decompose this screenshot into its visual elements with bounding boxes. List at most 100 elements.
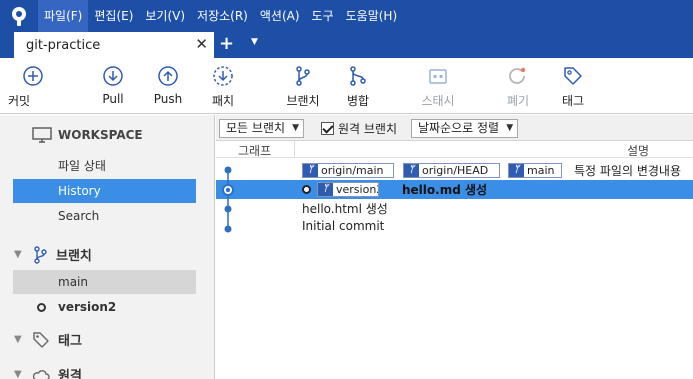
branches-header-label: 브랜치 [56, 249, 92, 264]
commit-graph [222, 166, 234, 233]
commit-message: Initial commit [302, 219, 385, 233]
workspace-title: WORKSPACE [58, 128, 143, 142]
toolbar: 커밋 Pull Push 패치 브랜치 병합 스태시 폐기 태그 [0, 58, 693, 114]
commit-node [224, 205, 232, 213]
workspace-header: WORKSPACE [32, 127, 143, 143]
commit-row[interactable]: hello.html 생성 [216, 199, 693, 218]
menu-edit[interactable]: 편집(E) [88, 0, 139, 32]
menu-view[interactable]: 보기(V) [139, 0, 191, 32]
sidebar-item-search[interactable]: Search [13, 204, 196, 228]
stash-icon [429, 69, 447, 84]
column-header: 그래프 설명 [216, 141, 693, 158]
tab-title: git-practice [26, 37, 101, 53]
commit-message: hello.html 생성 [302, 202, 388, 216]
sort-dropdown[interactable]: 날짜순으로 정렬 ▼ [411, 119, 519, 138]
branch-label: 브랜치 [286, 94, 320, 108]
add-tab-icon[interactable]: + [219, 34, 234, 54]
history-panel: 모든 브랜치 ▼ 원격 브랜치 날짜순으로 정렬 ▼ 그래프 설명 ᛘ orig… [216, 115, 693, 379]
merge-label: 병합 [346, 94, 370, 108]
menu-bar: 파일(F) 편집(E) 보기(V) 저장소(R) 액션(A) 도구 도움말(H) [0, 0, 693, 32]
commit-row-selected[interactable]: ᛘ version2 hello.md 생성 [216, 180, 693, 199]
commit-button[interactable]: 커밋 [8, 64, 58, 112]
branch-ref-icon: ᛘ [404, 164, 419, 177]
chevron-down-icon: ▼ [14, 249, 22, 260]
branch-ref-icon: ᛘ [318, 183, 333, 196]
head-indicator-icon [302, 185, 311, 194]
commit-row[interactable]: Initial commit [216, 218, 693, 237]
sidebar-item-history[interactable]: History [13, 179, 196, 203]
branch-label-version2: version2 [58, 300, 117, 314]
pull-button[interactable]: Pull [88, 64, 138, 112]
pull-label: Pull [102, 92, 124, 106]
discard-label: 폐기 [506, 94, 530, 108]
tag-label: 태그 [561, 94, 585, 108]
menu-help[interactable]: 도움말(H) [340, 0, 404, 32]
branches-section-header[interactable]: ▼ 브랜치 [14, 245, 92, 264]
branch-ref-icon: ᛘ [509, 164, 524, 177]
remote-branches-toggle[interactable]: 원격 브랜치 [321, 120, 397, 137]
push-label: Push [153, 92, 183, 106]
sidebar: WORKSPACE 파일 상태 History Search ▼ 브랜치 mai… [0, 115, 215, 379]
monitor-icon [32, 127, 52, 143]
patch-label: 패치 [211, 94, 235, 108]
remotes-header-label: 원격 [58, 369, 82, 379]
cloud-icon [32, 369, 50, 379]
merge-icon [350, 66, 366, 86]
graph-column-header[interactable]: 그래프 [238, 142, 271, 159]
filter-bar: 모든 브랜치 ▼ 원격 브랜치 날짜순으로 정렬 ▼ [216, 115, 693, 141]
tab-git-practice[interactable]: git-practice ✕ [14, 32, 214, 58]
remotes-section-header[interactable]: ▼ 원격 [14, 365, 82, 379]
ref-badge-main[interactable]: ᛘ main [508, 163, 562, 178]
tag-button[interactable]: 태그 [548, 64, 598, 112]
branch-icon [34, 245, 47, 264]
close-icon[interactable]: ✕ [195, 36, 208, 52]
branch-button[interactable]: 브랜치 [278, 64, 328, 112]
tag-icon [564, 67, 582, 85]
column-divider[interactable] [294, 141, 295, 158]
stash-button[interactable]: 스태시 [413, 64, 463, 112]
tag-icon [33, 331, 49, 348]
ref-badge-origin-main[interactable]: ᛘ origin/main [302, 163, 394, 178]
commit-node [224, 166, 232, 174]
branch-ref-icon: ᛘ [303, 164, 318, 177]
pull-arrow-down-icon [103, 66, 123, 86]
stash-label: 스태시 [421, 94, 455, 108]
discard-button[interactable]: 폐기 [493, 64, 543, 112]
patch-button[interactable]: 패치 [198, 64, 248, 112]
merge-button[interactable]: 병합 [333, 64, 383, 112]
remote-branches-checkbox[interactable] [321, 122, 334, 135]
tab-bar: git-practice ✕ + ▼ [0, 32, 693, 58]
tags-section-header[interactable]: ▼ 태그 [14, 330, 82, 349]
chevron-down-icon: ▼ [14, 369, 22, 379]
chevron-down-icon[interactable]: ▼ [251, 37, 258, 47]
chevron-down-icon: ▼ [506, 123, 514, 133]
commit-message: hello.md 생성 [402, 183, 488, 197]
chevron-down-icon: ▼ [14, 334, 22, 345]
sort-value: 날짜순으로 정렬 [418, 121, 500, 135]
commit-plus-icon [23, 66, 43, 86]
patch-icon [213, 66, 233, 86]
sidebar-item-file-status[interactable]: 파일 상태 [13, 154, 196, 178]
push-button[interactable]: Push [143, 64, 193, 112]
menu-repository[interactable]: 저장소(R) [191, 0, 254, 32]
description-column-header[interactable]: 설명 [627, 142, 649, 159]
current-branch-marker-icon [37, 303, 46, 312]
sidebar-item-branch-version2[interactable]: version2 [13, 295, 196, 319]
remote-branches-label: 원격 브랜치 [338, 122, 398, 136]
commit-node [224, 225, 232, 233]
commit-row[interactable]: ᛘ origin/main ᛘ origin/HEAD ᛘ main 특정 파일… [216, 161, 693, 180]
ref-badge-origin-head[interactable]: ᛘ origin/HEAD [403, 163, 500, 178]
branch-filter-dropdown[interactable]: 모든 브랜치 ▼ [219, 119, 305, 138]
menu-file[interactable]: 파일(F) [38, 0, 89, 32]
ref-badge-version2[interactable]: ᛘ version2 [317, 182, 379, 197]
push-arrow-up-icon [158, 66, 178, 86]
discard-icon [509, 67, 526, 84]
menu-actions[interactable]: 액션(A) [254, 0, 306, 32]
tags-header-label: 태그 [58, 334, 82, 349]
commit-label: 커밋 [8, 94, 31, 108]
sidebar-item-branch-main[interactable]: main [13, 270, 196, 294]
commit-message: 특정 파일의 변경내용 [574, 164, 681, 178]
branch-icon [296, 66, 310, 86]
menu-tools[interactable]: 도구 [306, 0, 340, 32]
branch-filter-value: 모든 브랜치 [226, 121, 286, 135]
